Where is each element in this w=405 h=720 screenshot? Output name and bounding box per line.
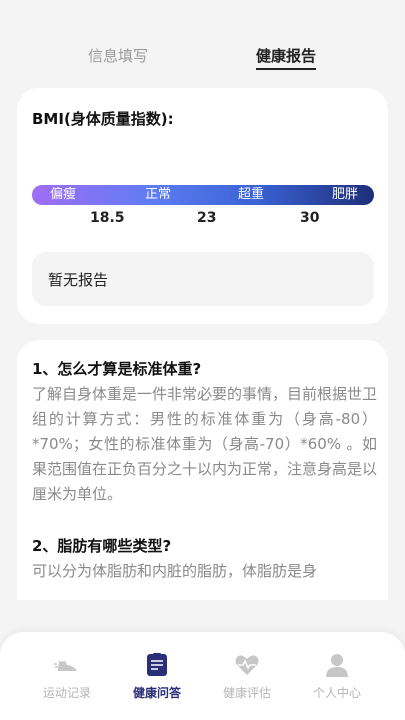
bmi-threshold-2: 23 (197, 210, 217, 226)
bottom-nav: 运动记录 健康问答 健康评估 个人中心 (0, 632, 405, 720)
nav-label-health-qa: 健康问答 (132, 686, 181, 700)
bmi-segment-obese: 肥胖 (332, 187, 359, 202)
status-bar (0, 0, 405, 40)
person-icon (326, 654, 348, 677)
tab-info-fill[interactable]: 信息填写 (88, 46, 148, 70)
nav-label-personal-center: 个人中心 (312, 686, 361, 700)
clipboard-icon (147, 653, 167, 676)
bmi-segment-overweight: 超重 (238, 187, 265, 202)
nav-item-sport-record[interactable]: 运动记录 (22, 652, 112, 701)
report-status: 暂无报告 (48, 271, 109, 289)
qa-card: 1、怎么才算是标准体重? 了解自身体重是一件非常必要的事情，目前根据世卫组的计算… (17, 340, 388, 600)
bmi-segment-underweight: 偏瘦 (50, 187, 77, 202)
nav-item-health-qa[interactable]: 健康问答 (112, 652, 202, 701)
bmi-card: BMI(身体质量指数): 偏瘦 正常 超重 肥胖 18.5 23 30 暂无报告 (17, 88, 388, 324)
heartbeat-icon (235, 655, 259, 675)
answer-1: 了解自身体重是一件非常必要的事情，目前根据世卫组的计算方式：男性的标准体重为（身… (32, 385, 378, 503)
answer-2: 可以分为体脂肪和内脏的脂肪，体脂肪是身 (32, 562, 318, 580)
bmi-scale-bar: 偏瘦 正常 超重 肥胖 (32, 185, 374, 205)
bmi-segment-normal: 正常 (145, 187, 172, 202)
nav-item-health-assess[interactable]: 健康评估 (202, 652, 292, 701)
question-2: 2、脂肪有哪些类型? (32, 537, 172, 555)
running-shoe-icon (54, 661, 76, 671)
question-1: 1、怎么才算是标准体重? (32, 360, 202, 378)
top-tabs: 信息填写 健康报告 (0, 40, 405, 76)
nav-label-health-assess: 健康评估 (222, 686, 271, 700)
nav-item-personal-center[interactable]: 个人中心 (292, 652, 382, 701)
tab-health-report[interactable]: 健康报告 (256, 46, 317, 70)
report-box: 暂无报告 (32, 252, 374, 306)
nav-label-sport-record: 运动记录 (42, 686, 91, 700)
bmi-title: BMI(身体质量指数): (32, 110, 174, 128)
bmi-threshold-3: 30 (300, 210, 320, 226)
bmi-threshold-1: 18.5 (90, 210, 125, 226)
